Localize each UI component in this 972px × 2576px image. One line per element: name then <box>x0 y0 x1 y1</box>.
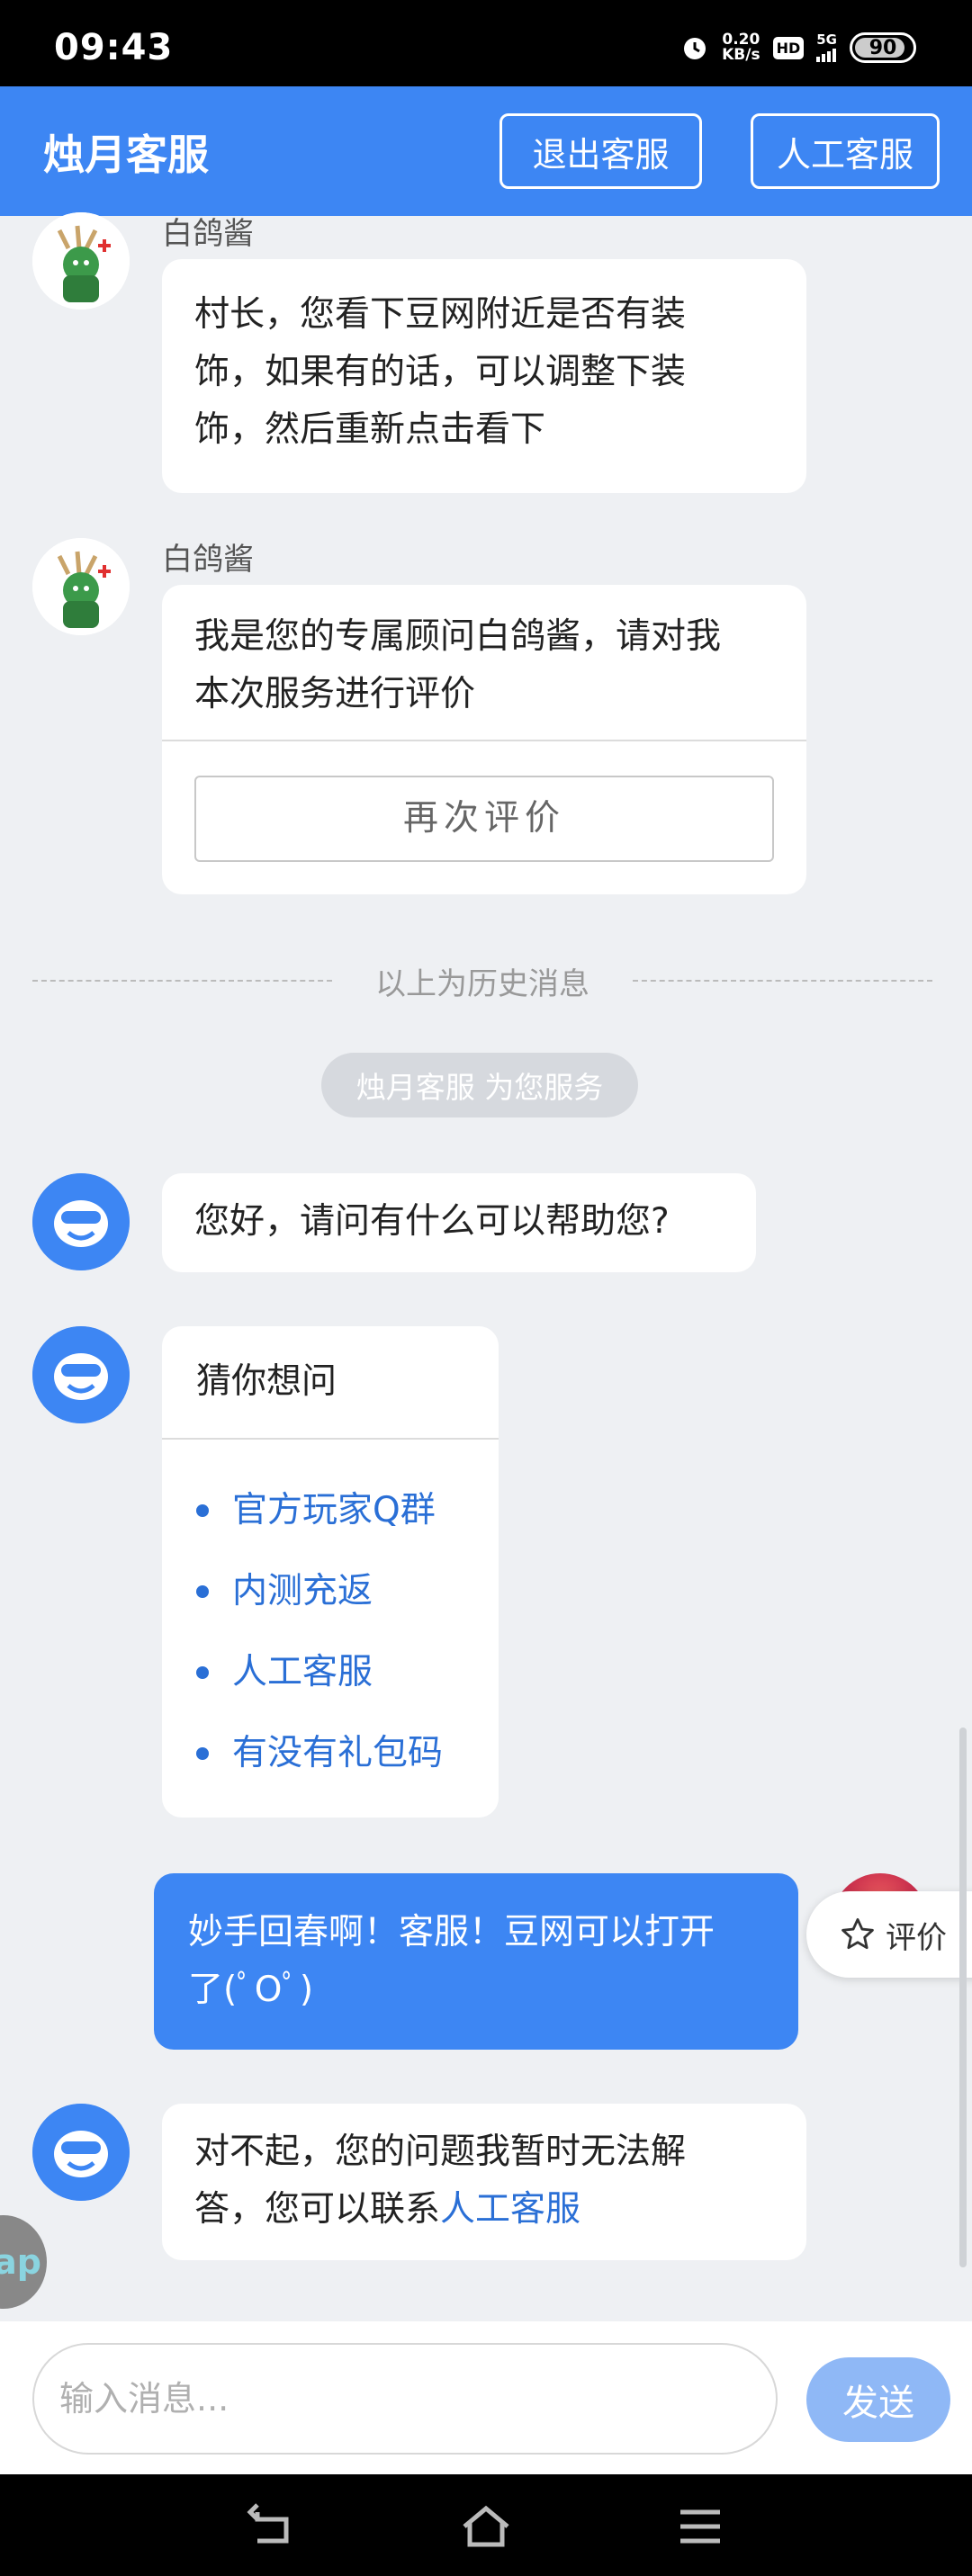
human-service-link[interactable]: 人工客服 <box>440 2189 580 2230</box>
floating-app-button[interactable]: ap <box>0 2215 47 2309</box>
status-icons: 0.20 KB/s HD 5G 90 <box>680 32 916 63</box>
bot-reply-message: 对不起，您的问题我暂时无法解 答，您可以联系人工客服 <box>162 2104 806 2260</box>
rate-float-button[interactable]: 评价 <box>806 1891 972 1978</box>
advisor-avatar <box>32 538 130 635</box>
home-icon[interactable] <box>459 2501 513 2552</box>
robot-icon <box>32 1326 130 1423</box>
input-bar: 发送 <box>0 2321 972 2474</box>
guess-item[interactable]: 内测充返 <box>196 1551 499 1632</box>
status-bar: 09:43 0.20 KB/s HD 5G 90 <box>0 0 972 86</box>
guess-questions-card: 猜你想问 官方玩家Q群 内测充返 人工客服 有没有礼包码 <box>162 1326 499 1818</box>
advisor-avatar <box>32 212 130 310</box>
status-time: 09:43 <box>54 27 174 68</box>
rate-again-button[interactable]: 再次评价 <box>194 776 774 862</box>
star-icon <box>842 1917 874 1950</box>
chat-header: 烛月客服 退出客服 人工客服 <box>0 86 972 216</box>
alarm-icon <box>684 38 706 59</box>
bot-avatar <box>32 2104 130 2201</box>
system-nav-bar <box>0 2474 972 2576</box>
user-message: 妙手回春啊！客服！豆网可以打开 了(ﾟOﾟ) <box>154 1873 798 2050</box>
sender-name: 白鸽酱 <box>162 216 254 252</box>
human-service-button[interactable]: 人工客服 <box>751 113 940 189</box>
robot-icon <box>32 1173 130 1270</box>
service-notice: 烛月客服 为您服务 <box>321 1053 638 1117</box>
guess-item[interactable]: 官方玩家Q群 <box>196 1470 499 1551</box>
net-speed: 0.20 KB/s <box>722 31 760 64</box>
scrollbar[interactable] <box>959 1728 967 2267</box>
robot-icon <box>32 2104 130 2201</box>
bot-greeting-message: 您好，请问有什么可以帮助您? <box>162 1173 756 1272</box>
history-message-2: 我是您的专属顾问白鸽酱，请对我 本次服务进行评价 再次评价 <box>162 585 806 894</box>
bot-avatar <box>32 1173 130 1270</box>
bot-avatar <box>32 1326 130 1423</box>
guess-item[interactable]: 有没有礼包码 <box>196 1713 499 1794</box>
exit-service-button[interactable]: 退出客服 <box>500 113 702 189</box>
hd-icon: HD <box>772 36 805 59</box>
message-input[interactable] <box>32 2343 778 2455</box>
back-icon[interactable] <box>245 2501 299 2552</box>
page-title: 烛月客服 <box>43 130 209 179</box>
guess-title: 猜你想问 <box>196 1361 338 1402</box>
signal-icon: 5G <box>816 33 837 62</box>
menu-icon[interactable] <box>673 2501 727 2552</box>
guess-item[interactable]: 人工客服 <box>196 1632 499 1713</box>
sender-name: 白鸽酱 <box>162 542 254 578</box>
send-button[interactable]: 发送 <box>806 2357 950 2442</box>
battery-icon: 90 <box>850 32 916 63</box>
history-divider: 以上为历史消息 <box>32 961 932 1002</box>
history-message-1: 村长，您看下豆网附近是否有装 饰，如果有的话，可以调整下装 饰，然后重新点击看下 <box>162 259 806 493</box>
